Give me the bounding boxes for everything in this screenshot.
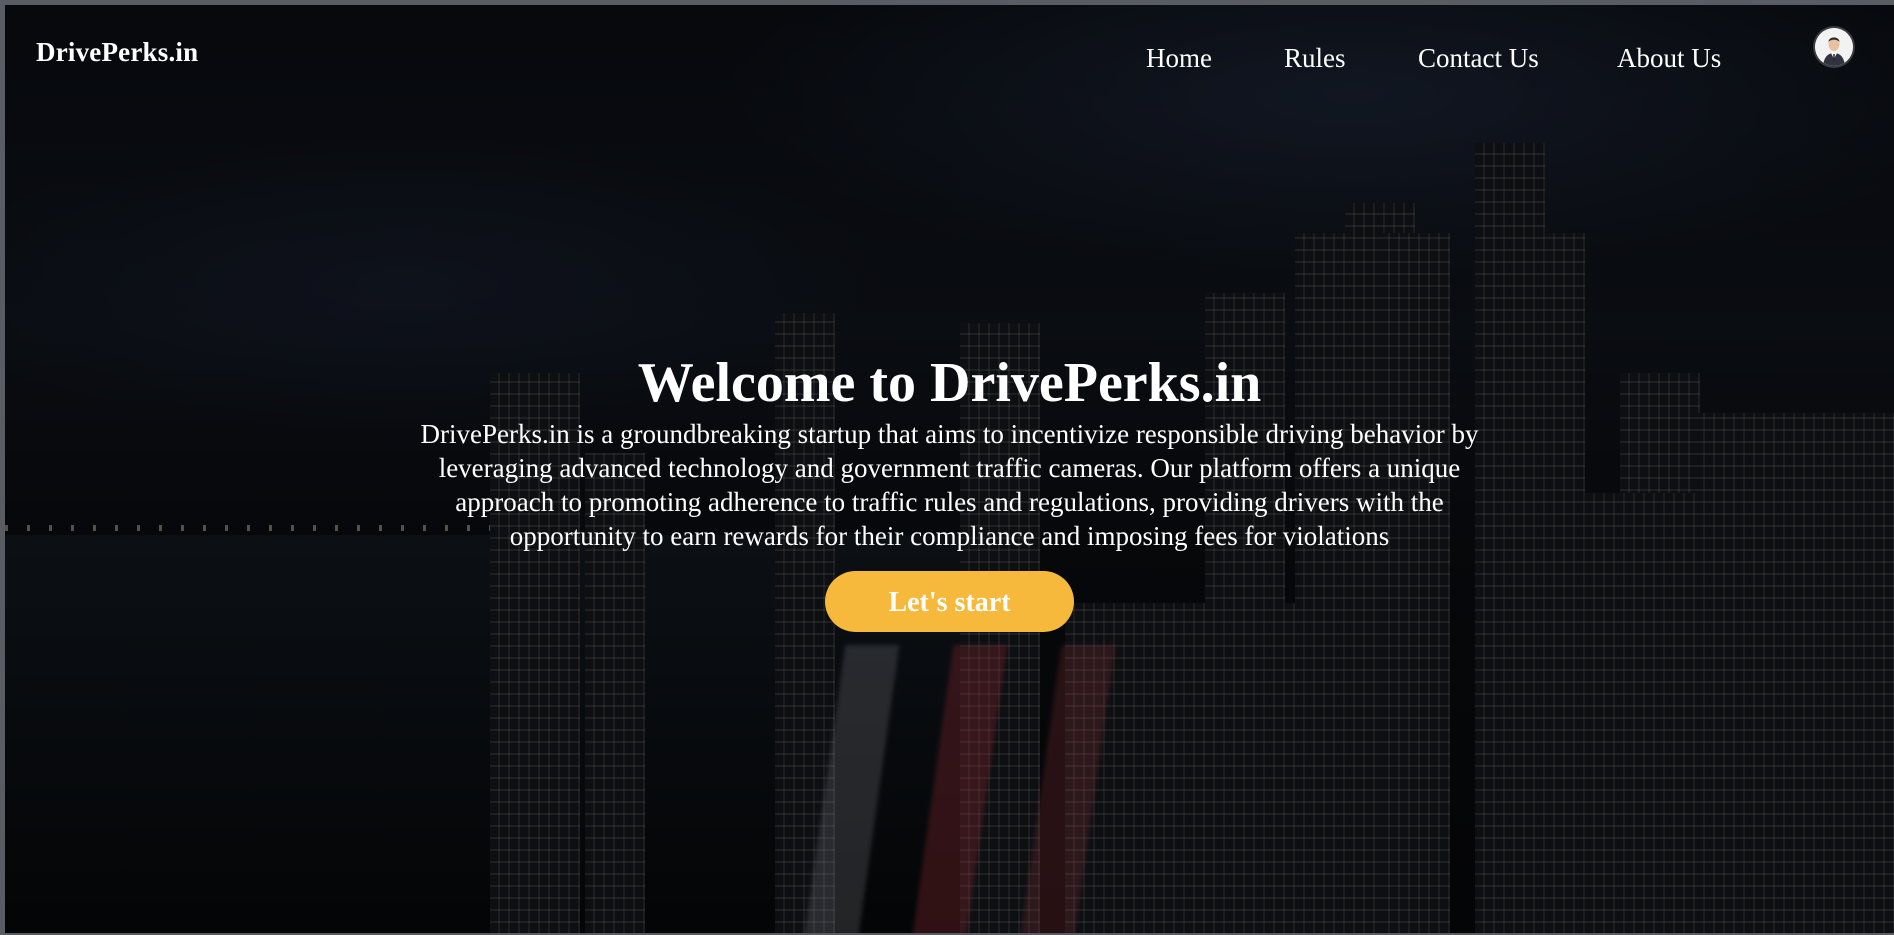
- main-nav: Home Rules Contact Us About Us: [5, 43, 1894, 83]
- hero-description: DrivePerks.in is a groundbreaking startu…: [420, 419, 1479, 551]
- user-avatar-icon-graphic: [1815, 28, 1853, 66]
- hero-title: Welcome to DrivePerks.in: [637, 352, 1262, 414]
- nav-link-rules[interactable]: Rules: [1284, 43, 1346, 74]
- user-avatar-icon[interactable]: [1815, 28, 1853, 66]
- page-frame: DrivePerks.in Home Rules Contact Us Abou…: [5, 5, 1894, 933]
- lets-start-button[interactable]: Let's start: [825, 571, 1074, 632]
- nav-link-about-us[interactable]: About Us: [1617, 43, 1721, 74]
- nav-link-contact-us[interactable]: Contact Us: [1418, 43, 1539, 74]
- hero-section: Welcome to DrivePerks.in DrivePerks.in i…: [5, 351, 1894, 632]
- nav-link-home[interactable]: Home: [1146, 43, 1212, 74]
